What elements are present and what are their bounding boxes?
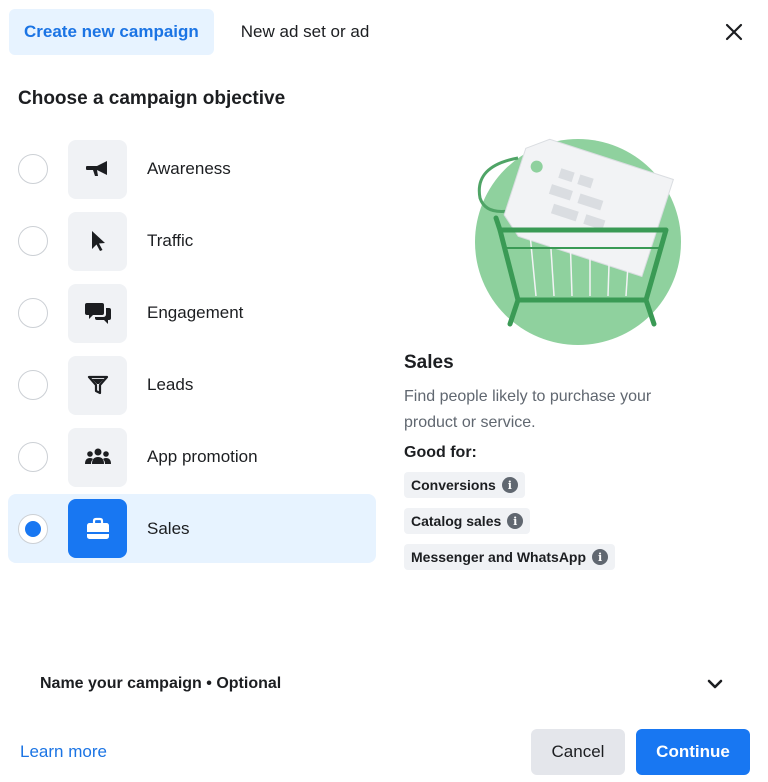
name-campaign-accordion[interactable]: Name your campaign • Optional	[20, 655, 744, 713]
objective-label: App promotion	[147, 447, 258, 466]
info-icon[interactable]: i	[501, 477, 518, 493]
radio-button[interactable]	[18, 154, 48, 184]
chevron-down-icon	[707, 679, 723, 689]
objective-list: Awareness Traffic Engagement Leads App p…	[8, 133, 376, 563]
people-icon	[68, 427, 127, 487]
tab-new-ad-set-or-ad[interactable]: New ad set or ad	[226, 9, 385, 55]
objective-label: Leads	[147, 375, 194, 394]
chip-label: Catalog sales	[411, 513, 502, 529]
radio-button[interactable]	[18, 442, 48, 472]
objective-app-promotion[interactable]: App promotion	[8, 421, 376, 493]
detail-title: Sales	[404, 352, 454, 373]
objective-label: Traffic	[147, 231, 194, 250]
chip-label: Messenger and WhatsApp	[411, 549, 587, 565]
good-for-chips: Conversions i Catalog sales i Messenger an…	[404, 472, 744, 580]
objective-label: Sales	[147, 518, 190, 538]
chip-messenger-whatsapp: Messenger and WhatsApp i	[404, 544, 616, 570]
info-icon[interactable]: i	[592, 549, 609, 565]
objective-traffic[interactable]: Traffic	[8, 205, 376, 277]
info-icon[interactable]: i	[507, 513, 524, 529]
chip-catalog-sales: Catalog sales i	[404, 508, 531, 534]
tab-create-new-campaign[interactable]: Create new campaign	[9, 9, 214, 55]
megaphone-icon	[68, 139, 127, 199]
chip-label: Conversions	[411, 477, 496, 493]
shopping-bag-icon	[68, 499, 127, 558]
good-for-label: Good for:	[404, 444, 477, 461]
radio-button[interactable]	[18, 298, 48, 328]
continue-button[interactable]: Continue	[636, 729, 750, 775]
objective-sales[interactable]: Sales	[8, 494, 376, 563]
chip-conversions: Conversions i	[404, 472, 525, 498]
name-campaign-label: Name your campaign • Optional	[40, 675, 282, 692]
close-icon	[725, 23, 743, 41]
tab-bar: Create new campaign New ad set or ad	[9, 9, 384, 55]
radio-button[interactable]	[18, 370, 48, 400]
cursor-icon	[68, 211, 127, 271]
close-button[interactable]	[720, 18, 748, 46]
funnel-icon	[68, 355, 127, 415]
objective-engagement[interactable]: Engagement	[8, 277, 376, 349]
radio-button[interactable]	[18, 226, 48, 256]
chat-bubbles-icon	[68, 283, 127, 343]
objective-detail-panel: Sales Find people likely to purchase you…	[404, 352, 744, 580]
radio-dot	[25, 520, 41, 537]
learn-more-link[interactable]: Learn more	[20, 742, 107, 762]
objective-awareness[interactable]: Awareness	[8, 133, 376, 205]
radio-button-selected[interactable]	[18, 513, 48, 544]
detail-description: Find people likely to purchase your prod…	[404, 388, 652, 431]
objective-label: Awareness	[147, 159, 231, 178]
objective-leads[interactable]: Leads	[8, 349, 376, 421]
objective-label: Engagement	[147, 303, 244, 322]
sales-illustration	[470, 138, 684, 348]
objective-heading: Choose a campaign objective	[18, 88, 286, 109]
cancel-button[interactable]: Cancel	[531, 729, 625, 775]
